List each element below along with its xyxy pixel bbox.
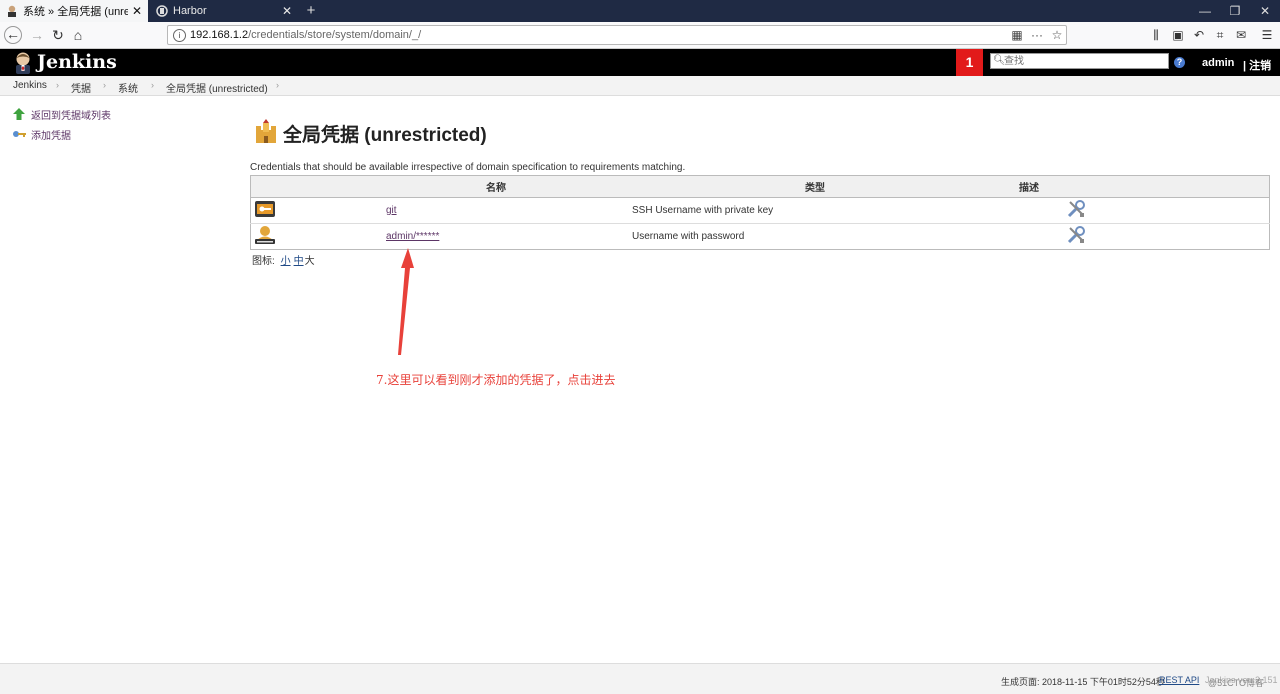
page-footer: 生成页面: 2018-11-15 下午01时52分54秒 REST API Je…	[0, 663, 1280, 694]
rest-api-link[interactable]: REST API	[1159, 675, 1199, 685]
footer-generated: 生成页面: 2018-11-15 下午01时52分54秒	[1001, 677, 1165, 687]
annotation-arrow-icon	[398, 248, 414, 355]
annotation-text: 7.这里可以看到刚才添加的凭据了，点击进去	[376, 373, 616, 387]
watermark: @51CTO博客	[1208, 678, 1264, 688]
